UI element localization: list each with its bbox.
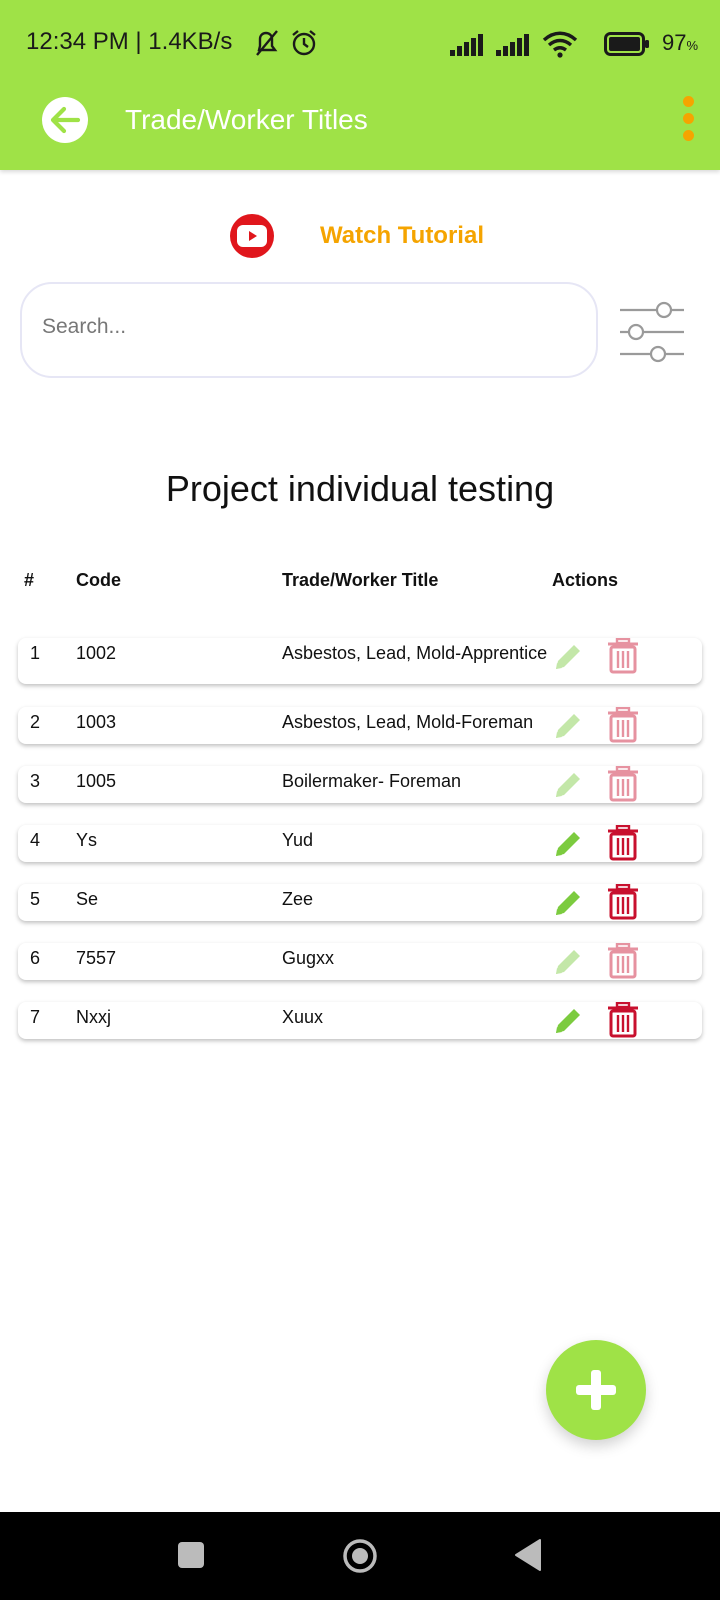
pencil-icon[interactable] — [552, 641, 584, 673]
battery-percent: 97 — [661, 30, 687, 55]
app-bar: 12:34 PM | 1.4KB/s 97% Trade/Worker Titl… — [0, 0, 720, 170]
row-code: Se — [76, 889, 99, 909]
watch-tutorial-label: Watch Tutorial — [320, 222, 484, 249]
wifi-icon — [542, 31, 578, 58]
search-box — [20, 282, 598, 378]
trash-icon[interactable] — [606, 707, 640, 743]
trash-icon[interactable] — [606, 1002, 640, 1038]
table-row: 1 1002 Asbestos, Lead, Mold-Apprentice — [18, 638, 702, 684]
row-code: 1003 — [76, 712, 117, 732]
signal-icon — [496, 34, 529, 56]
row-code: Ys — [76, 830, 98, 850]
home-circle-icon[interactable] — [342, 1538, 378, 1574]
table-row: 2 1003 Asbestos, Lead, Mold-Foreman — [18, 707, 702, 744]
row-number: 6 — [30, 948, 41, 968]
trash-icon[interactable] — [606, 638, 640, 674]
table-header: # Code Trade/Worker Title Actions — [0, 570, 720, 594]
status-time: 12:34 PM | 1.4KB/s — [26, 28, 233, 55]
row-code: 1005 — [76, 771, 117, 791]
row-number: 7 — [30, 1007, 41, 1027]
row-title: Asbestos, Lead, Mold-Apprentice — [282, 643, 548, 663]
trash-icon[interactable] — [606, 884, 640, 920]
add-button[interactable] — [546, 1340, 646, 1440]
search-input[interactable] — [40, 314, 564, 340]
row-number: 3 — [30, 771, 41, 791]
header-title: Trade/Worker Title — [282, 570, 439, 590]
recents-square-icon[interactable] — [178, 1542, 204, 1568]
system-nav-bar — [0, 1512, 720, 1600]
pencil-icon[interactable] — [552, 710, 584, 742]
back-button[interactable] — [42, 97, 88, 143]
table-row: 3 1005 Boilermaker- Foreman — [18, 766, 702, 803]
row-title: Yud — [282, 830, 314, 850]
header-actions: Actions — [552, 570, 619, 590]
row-title: Boilermaker- Foreman — [282, 771, 462, 791]
row-title: Xuux — [282, 1007, 324, 1027]
more-vertical-icon[interactable] — [680, 96, 696, 144]
row-number: 4 — [30, 830, 41, 850]
pencil-icon[interactable] — [552, 769, 584, 801]
battery-icon — [604, 32, 649, 56]
youtube-icon — [230, 214, 274, 258]
table-row: 4 Ys Yud — [18, 825, 702, 862]
project-title: Project individual testing — [165, 468, 555, 509]
row-title: Gugxx — [282, 948, 335, 968]
table-row: 5 Se Zee — [18, 884, 702, 921]
trash-icon[interactable] — [606, 766, 640, 802]
table-row: 7 Nxxj Xuux — [18, 1002, 702, 1039]
header-code: Code — [76, 570, 121, 590]
signal-icon — [450, 34, 483, 56]
row-number: 1 — [30, 643, 41, 663]
plus-icon — [576, 1370, 616, 1410]
row-code: Nxxj — [76, 1007, 111, 1027]
trash-icon[interactable] — [606, 943, 640, 979]
pencil-icon[interactable] — [552, 946, 584, 978]
row-code: 7557 — [76, 948, 117, 968]
back-triangle-icon[interactable] — [514, 1538, 542, 1572]
status-bar: 12:34 PM | 1.4KB/s 97% — [0, 22, 720, 66]
pencil-icon[interactable] — [552, 887, 584, 919]
row-code: 1002 — [76, 643, 117, 663]
row-title: Zee — [282, 889, 314, 909]
battery-level: 97% — [662, 30, 698, 56]
trash-icon[interactable] — [606, 825, 640, 861]
pencil-icon[interactable] — [552, 1005, 584, 1037]
pencil-icon[interactable] — [552, 828, 584, 860]
row-title: Asbestos, Lead, Mold-Foreman — [282, 712, 534, 732]
alarm-icon — [292, 30, 316, 56]
page-title: Trade/Worker Titles — [125, 104, 368, 135]
row-number: 5 — [30, 889, 41, 909]
row-number: 2 — [30, 712, 41, 732]
table-row: 6 7557 Gugxx — [18, 943, 702, 980]
battery-unit: % — [686, 38, 698, 53]
sliders-icon[interactable] — [618, 300, 688, 364]
arrow-left-icon — [50, 106, 81, 134]
header-number: # — [24, 570, 35, 590]
